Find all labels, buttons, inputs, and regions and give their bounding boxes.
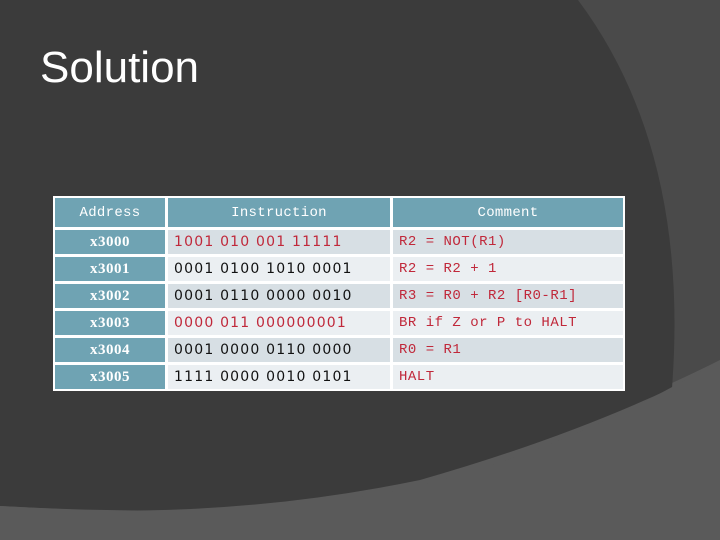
instruction-cell: 0001 0100 1010 0001 — [168, 257, 393, 284]
table-row: x3001 0001 0100 1010 0001 R2 = R2 + 1 — [55, 257, 623, 284]
comment-cell: R2 = R2 + 1 — [393, 257, 623, 284]
instruction-cell: 1001 010 001 11111 — [168, 230, 393, 257]
address-cell: x3001 — [55, 257, 168, 284]
comment-cell: R2 = NOT(R1) — [393, 230, 623, 257]
solution-table: Address Instruction Comment x3000 1001 0… — [55, 198, 623, 389]
address-cell: x3004 — [55, 338, 168, 365]
table-row: x3004 0001 0000 0110 0000 R0 = R1 — [55, 338, 623, 365]
table-body: x3000 1001 010 001 11111 R2 = NOT(R1) x3… — [55, 230, 623, 389]
instruction-cell: 0001 0000 0110 0000 — [168, 338, 393, 365]
address-cell: x3002 — [55, 284, 168, 311]
header-comment: Comment — [393, 198, 623, 230]
instruction-cell: 1111 0000 0010 0101 — [168, 365, 393, 389]
table-row: x3005 1111 0000 0010 0101 HALT — [55, 365, 623, 389]
instruction-cell: 0000 011 000000001 — [168, 311, 393, 338]
table-row: x3003 0000 011 000000001 BR if Z or P to… — [55, 311, 623, 338]
address-cell: x3003 — [55, 311, 168, 338]
comment-cell: BR if Z or P to HALT — [393, 311, 623, 338]
address-cell: x3000 — [55, 230, 168, 257]
address-cell: x3005 — [55, 365, 168, 389]
table-row: x3002 0001 0110 0000 0010 R3 = R0 + R2 [… — [55, 284, 623, 311]
header-address: Address — [55, 198, 168, 230]
comment-cell: R0 = R1 — [393, 338, 623, 365]
solution-table-container: Address Instruction Comment x3000 1001 0… — [53, 196, 625, 391]
comment-cell: HALT — [393, 365, 623, 389]
header-instruction: Instruction — [168, 198, 393, 230]
table-row: x3000 1001 010 001 11111 R2 = NOT(R1) — [55, 230, 623, 257]
table-header-row: Address Instruction Comment — [55, 198, 623, 230]
comment-cell: R3 = R0 + R2 [R0-R1] — [393, 284, 623, 311]
slide-title: Solution — [40, 43, 200, 92]
instruction-cell: 0001 0110 0000 0010 — [168, 284, 393, 311]
